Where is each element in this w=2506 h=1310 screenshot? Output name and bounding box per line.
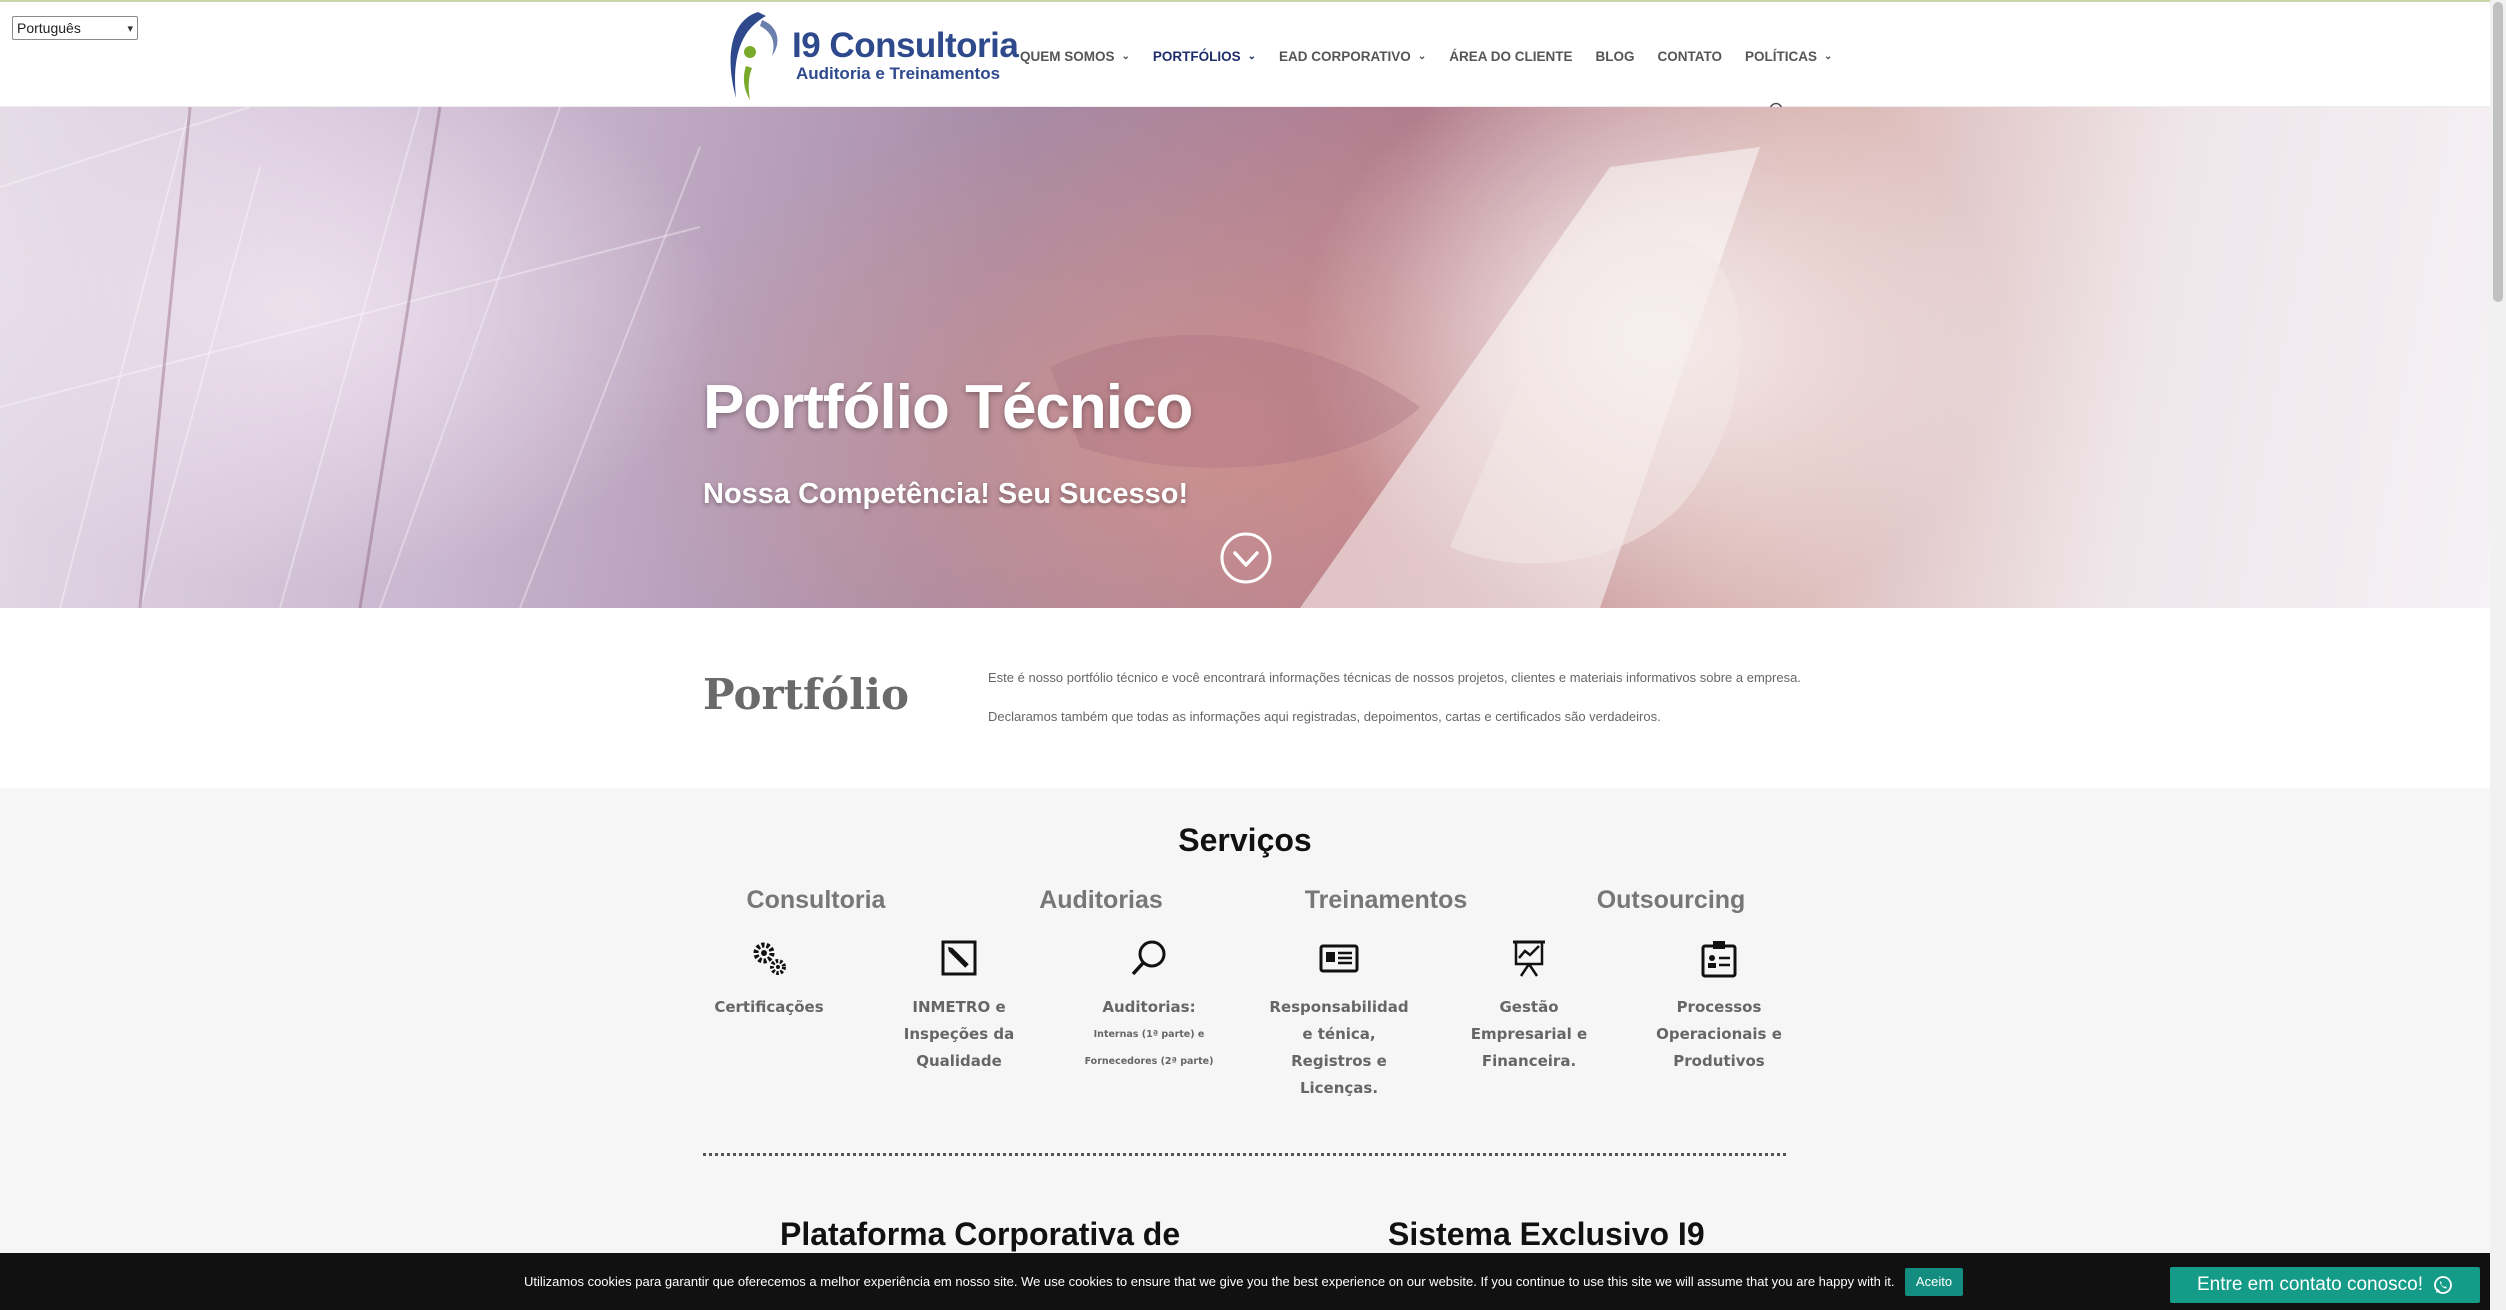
service-sublabel: Fornecedores (2ª parte) (1084, 1056, 1214, 1067)
magnifier-icon (1131, 940, 1166, 976)
cookie-bar: Utilizamos cookies para garantir que ofe… (0, 1253, 2490, 1310)
service-label: Processos (1676, 998, 1762, 1016)
logo-title: I9 Consultoria (792, 26, 1019, 65)
service-label: e ténica, (1302, 1025, 1376, 1043)
chevron-down-icon: ▾ (127, 22, 133, 35)
edit-icon (941, 940, 977, 976)
service-label: Inspeções da (903, 1025, 1015, 1043)
service-label: Responsabilidad (1269, 998, 1409, 1016)
service-label: Operacionais e (1656, 1025, 1782, 1043)
service-label: Auditorias: (1102, 998, 1196, 1016)
cookie-text: Utilizamos cookies para garantir que ofe… (524, 1274, 1895, 1289)
nav-area-do-cliente[interactable]: ÁREA DO CLIENTE (1449, 45, 1572, 67)
service-auditorias[interactable]: Auditorias: Internas (1ª parte) e Fornec… (1059, 938, 1239, 1075)
nav-label: PORTFÓLIOS (1152, 48, 1241, 64)
nav-label: EAD CORPORATIVO (1279, 48, 1411, 64)
whatsapp-icon (2434, 1276, 2452, 1294)
service-label: Certificações (714, 998, 824, 1016)
nav-ead-corporativo[interactable]: EAD CORPORATIVO ⌄ (1279, 45, 1426, 67)
clipboard-icon (1701, 941, 1737, 978)
service-processos[interactable]: Processos Operacionais e Produtivos (1629, 938, 1809, 1075)
nav-politicas[interactable]: POLÍTICAS ⌄ (1745, 45, 1832, 67)
category-auditorias: Auditorias (1039, 886, 1163, 914)
service-label: Produtivos (1673, 1052, 1765, 1070)
scrollbar-thumb[interactable] (2493, 2, 2503, 302)
hero-banner: Portfólio Técnico Nossa Competência! Seu… (0, 107, 2490, 608)
nav-label: POLÍTICAS (1744, 48, 1817, 64)
service-gestao[interactable]: Gestão Empresarial e Financeira. (1439, 938, 1619, 1075)
service-label: Financeira. (1481, 1052, 1577, 1070)
nav-label: CONTATO (1657, 48, 1722, 64)
nav-label: BLOG (1595, 48, 1635, 64)
service-label: Registros e (1291, 1052, 1387, 1070)
dotted-divider (703, 1153, 1786, 1156)
service-label: Gestão (1499, 998, 1559, 1016)
whatsapp-contact-button[interactable]: Entre em contato conosco! (2170, 1267, 2480, 1303)
service-sublabel: Internas (1ª parte) e (1093, 1029, 1205, 1040)
service-responsabilidade[interactable]: Responsabilidad e ténica, Registros e Li… (1249, 938, 1429, 1102)
cookie-accept-button[interactable]: Aceito (1905, 1268, 1963, 1296)
chevron-down-circle-icon[interactable] (1219, 531, 1273, 585)
presentation-chart-icon (1513, 940, 1545, 977)
language-select-value: Português (17, 20, 81, 36)
service-inmetro[interactable]: INMETRO e Inspeções da Qualidade (869, 938, 1049, 1075)
sistema-heading: Sistema Exclusivo I9 (1388, 1216, 1705, 1252)
chevron-down-icon: ⌄ (1247, 50, 1257, 62)
chevron-down-icon: ⌄ (1121, 50, 1130, 62)
category-outsourcing: Outsourcing (1596, 886, 1746, 914)
whatsapp-label: Entre em contato conosco! (2196, 1274, 2423, 1295)
services-title: Serviços (1178, 822, 1312, 858)
service-label: Licenças. (1299, 1079, 1379, 1097)
category-treinamentos: Treinamentos (1304, 886, 1468, 914)
site-header: I9 Consultoria Auditoria e Treinamentos … (0, 2, 2490, 107)
main-nav: QUEM SOMOS ⌄ PORTFÓLIOS ⌄ EAD CORPORATIVO ⌄… (1020, 45, 1855, 67)
hero-subtitle: Nossa Competência! Seu Sucesso! (703, 478, 1189, 510)
services-section: Serviços Consultoria Auditorias Treiname… (0, 788, 2490, 1258)
chevron-down-icon: ⌄ (1823, 50, 1833, 62)
plataforma-heading: Plataforma Corporativa de (780, 1216, 1181, 1252)
language-select[interactable]: Português ▾ (12, 16, 138, 40)
intro-paragraph: Este é nosso portfólio técnico e você en… (988, 670, 1801, 685)
service-label: INMETRO e (912, 998, 1006, 1016)
service-label: Qualidade (916, 1052, 1002, 1070)
nav-quem-somos[interactable]: QUEM SOMOS ⌄ (1020, 45, 1130, 67)
intro-paragraph: Declaramos também que todas as informaçõ… (988, 709, 1661, 724)
nav-blog[interactable]: BLOG (1595, 45, 1634, 67)
logo[interactable]: I9 Consultoria Auditoria e Treinamentos (718, 6, 1019, 106)
intro-heading: Portfólio (703, 670, 910, 719)
logo-mark-icon (730, 12, 778, 100)
nav-portfolios[interactable]: PORTFÓLIOS ⌄ (1153, 45, 1256, 67)
service-label: Empresarial e (1470, 1025, 1588, 1043)
gears-icon (753, 942, 786, 975)
category-consultoria: Consultoria (746, 886, 886, 914)
logo-subtitle: Auditoria e Treinamentos (796, 64, 1001, 83)
chevron-down-icon: ⌄ (1417, 50, 1427, 62)
nav-label: ÁREA DO CLIENTE (1449, 48, 1573, 64)
hero-title: Portfólio Técnico (703, 373, 1193, 442)
nav-contato[interactable]: CONTATO (1657, 45, 1722, 67)
service-certificacoes[interactable]: Certificações (679, 938, 859, 1021)
nav-label: QUEM SOMOS (1020, 48, 1115, 64)
id-card-icon (1319, 944, 1359, 973)
intro-section: Portfólio Este é nosso portfólio técnico… (0, 608, 2490, 788)
